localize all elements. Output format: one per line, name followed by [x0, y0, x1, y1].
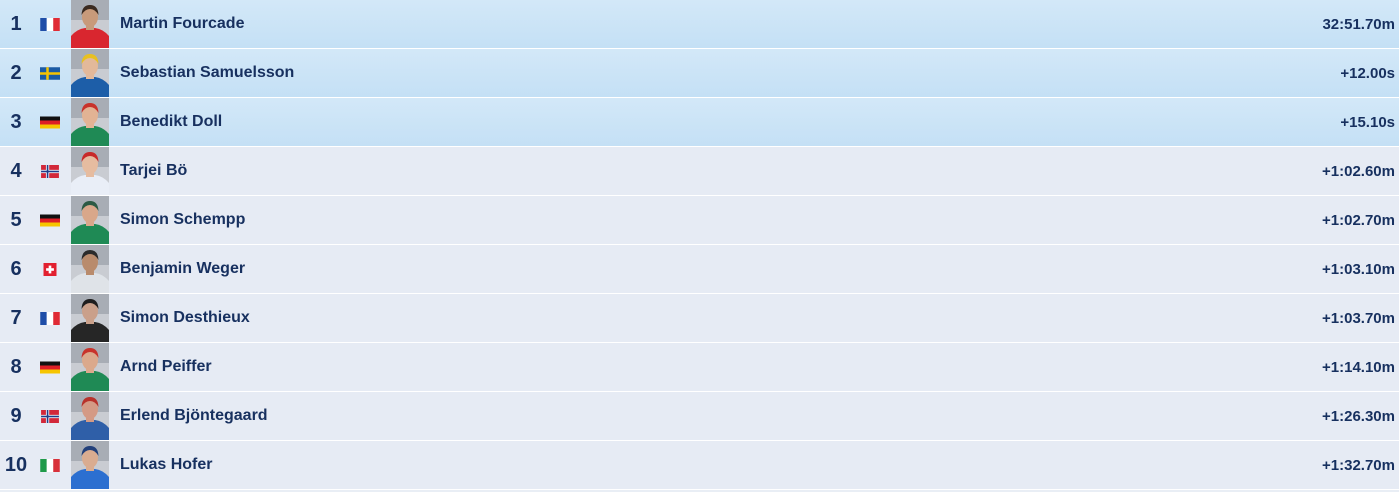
flag-norway-icon	[40, 409, 60, 423]
result-time: +12.00s	[1340, 64, 1395, 82]
athlete-photo	[71, 196, 109, 244]
rank-number: 9	[10, 404, 22, 427]
flag-germany-icon	[40, 361, 60, 374]
result-row[interactable]: 2 Sebastian Samuelsson +12.00s	[0, 49, 1399, 98]
rank-number: 2	[10, 61, 22, 84]
athlete-photo	[71, 0, 109, 48]
results-list: 1 Martin Fourcade 32:51.70m 2 Sebastian Samu…	[0, 0, 1399, 492]
result-time: +1:02.70m	[1322, 211, 1395, 229]
athlete-name[interactable]: Martin Fourcade	[120, 15, 1322, 33]
result-time: +1:03.70m	[1322, 309, 1395, 327]
rank-number: 8	[10, 355, 22, 378]
flag-sweden-icon	[40, 66, 60, 80]
rank-number: 3	[10, 110, 22, 133]
athlete-photo	[71, 392, 109, 440]
result-time: +1:02.60m	[1322, 162, 1395, 180]
result-time: +1:14.10m	[1322, 358, 1395, 376]
flag-france-icon	[40, 17, 60, 31]
flag-france-icon	[40, 311, 60, 325]
flag-switzerland-icon	[40, 262, 60, 276]
athlete-photo	[71, 294, 109, 342]
flag-norway-icon	[40, 164, 60, 178]
flag-germany-icon	[40, 214, 60, 227]
result-time: 32:51.70m	[1322, 15, 1395, 33]
result-time: +1:03.10m	[1322, 260, 1395, 278]
rank-number: 7	[10, 306, 22, 329]
result-row[interactable]: 5 Simon Schempp +1:02.70m	[0, 196, 1399, 245]
result-time: +15.10s	[1340, 113, 1395, 131]
result-time: +1:32.70m	[1322, 456, 1395, 474]
athlete-photo	[71, 147, 109, 195]
result-row[interactable]: 4 Tarjei Bö +1:02.60m	[0, 147, 1399, 196]
rank-number: 1	[10, 12, 22, 35]
flag-germany-icon	[40, 116, 60, 129]
athlete-name[interactable]: Erlend Bjöntegaard	[120, 407, 1322, 425]
athlete-photo	[71, 49, 109, 97]
rank-number: 4	[10, 159, 22, 182]
result-row[interactable]: 10 Lukas Hofer +1:32.70m	[0, 441, 1399, 490]
result-row[interactable]: 8 Arnd Peiffer +1:14.10m	[0, 343, 1399, 392]
rank-number: 6	[10, 257, 22, 280]
result-row[interactable]: 3 Benedikt Doll +15.10s	[0, 98, 1399, 147]
rank-number: 10	[4, 453, 28, 476]
athlete-photo	[71, 441, 109, 489]
athlete-photo	[71, 343, 109, 391]
athlete-name[interactable]: Tarjei Bö	[120, 162, 1322, 180]
result-time: +1:26.30m	[1322, 407, 1395, 425]
athlete-name[interactable]: Simon Desthieux	[120, 309, 1322, 327]
result-row[interactable]: 7 Simon Desthieux +1:03.70m	[0, 294, 1399, 343]
athlete-photo	[71, 98, 109, 146]
athlete-name[interactable]: Lukas Hofer	[120, 456, 1322, 474]
athlete-name[interactable]: Benedikt Doll	[120, 113, 1340, 131]
flag-italy-icon	[40, 458, 60, 472]
athlete-photo	[71, 245, 109, 293]
result-row[interactable]: 6 Benjamin Weger +1:03.10m	[0, 245, 1399, 294]
athlete-name[interactable]: Arnd Peiffer	[120, 358, 1322, 376]
athlete-name[interactable]: Benjamin Weger	[120, 260, 1322, 278]
result-row[interactable]: 1 Martin Fourcade 32:51.70m	[0, 0, 1399, 49]
rank-number: 5	[10, 208, 22, 231]
result-row[interactable]: 9 Erlend Bjöntegaard +1:26.30m	[0, 392, 1399, 441]
athlete-name[interactable]: Sebastian Samuelsson	[120, 64, 1340, 82]
athlete-name[interactable]: Simon Schempp	[120, 211, 1322, 229]
